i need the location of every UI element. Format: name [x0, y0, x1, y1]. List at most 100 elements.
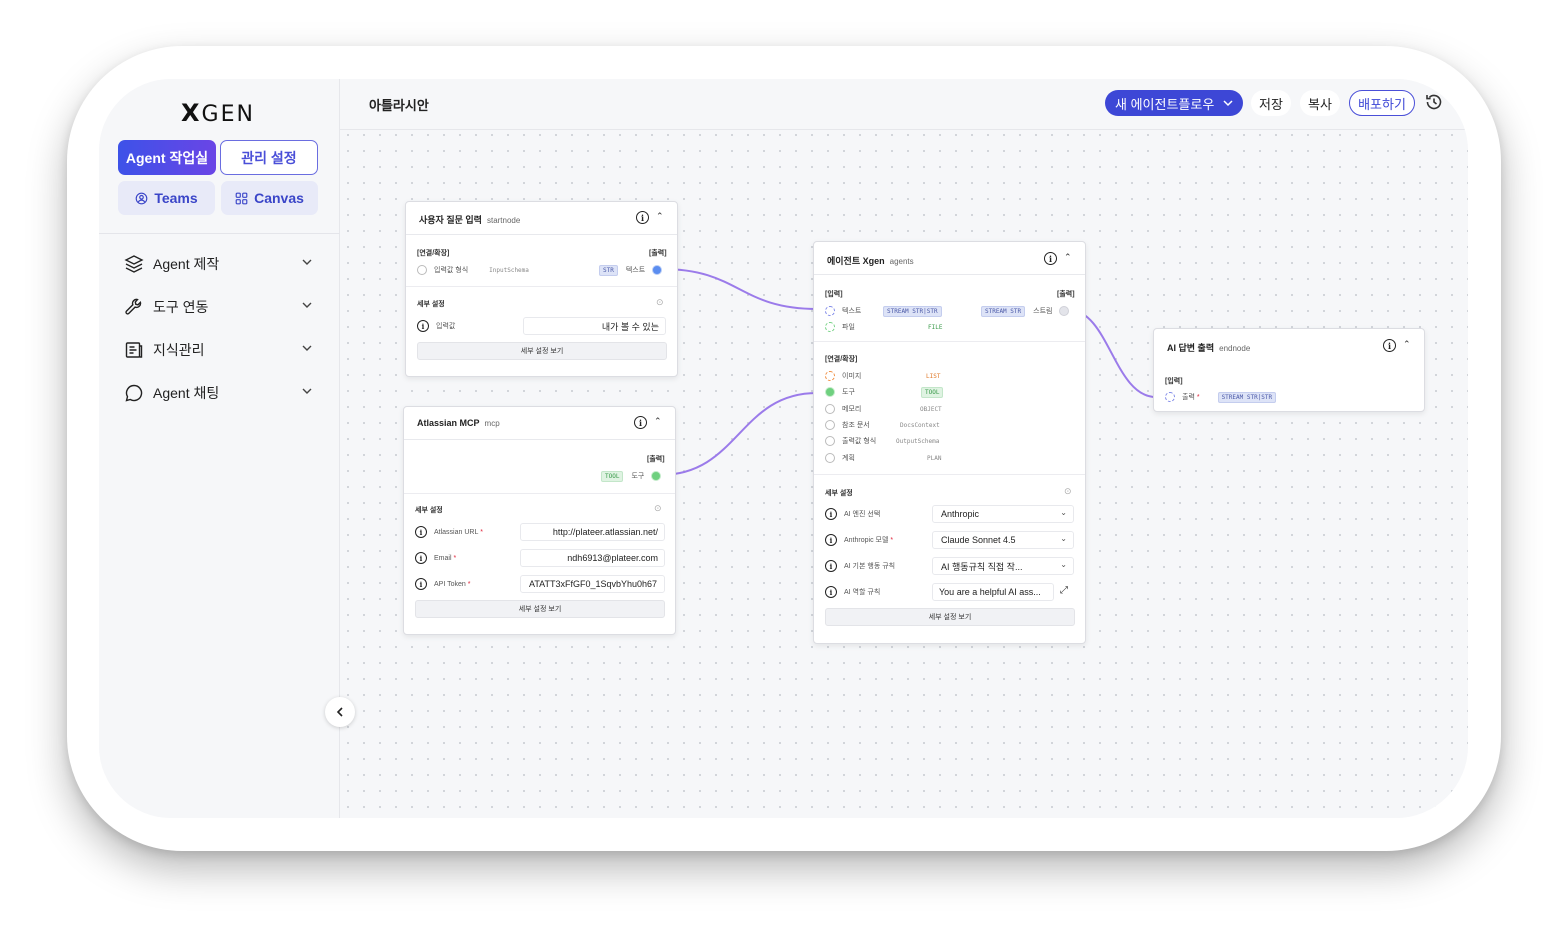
port-dot[interactable] — [825, 387, 835, 397]
port-connect-image[interactable]: 이미지 LIST — [825, 370, 945, 382]
port-dot[interactable] — [652, 265, 663, 275]
port-dot[interactable] — [825, 322, 835, 332]
info-icon[interactable]: i — [634, 416, 647, 429]
canvas-button[interactable]: Canvas — [221, 181, 318, 215]
port-type-tag: TOOL — [601, 470, 624, 482]
port-input-output[interactable]: 출력 * STREAM STR|STR — [1165, 391, 1277, 403]
section-label: [입력] — [1165, 378, 1183, 385]
info-icon[interactable]: i — [415, 552, 427, 564]
history-icon[interactable] — [1424, 92, 1444, 112]
end-node[interactable]: AI 답변 출력 endnode i ⌃ [입력] 출력 * STREAM STR… — [1153, 328, 1425, 412]
expand-icon[interactable]: ⤢ — [1060, 585, 1068, 596]
settings-icon[interactable]: ⊙ — [1064, 486, 1072, 497]
port-input-text[interactable]: 텍스트 STREAM STR|STR — [825, 305, 942, 317]
chevron-up-icon[interactable]: ⌃ — [1403, 339, 1411, 350]
port-connect-tool[interactable]: 도구 TOOL — [825, 386, 945, 398]
port-output-tool[interactable]: TOOL 도구 — [601, 470, 662, 482]
port-type-tag: STR — [599, 264, 618, 276]
port-input-file[interactable]: 파일 FILE — [825, 321, 945, 333]
detail-settings-button[interactable]: 세부 설정 보기 — [825, 608, 1075, 626]
port-connect-docs[interactable]: 참조 문서 DocsContext — [825, 419, 945, 431]
port-output-text[interactable]: STR 텍스트 — [599, 264, 663, 276]
port-type-tag: LIST — [926, 372, 941, 380]
info-icon[interactable]: i — [1044, 252, 1057, 265]
agent-workspace-tab[interactable]: Agent 작업실 — [118, 140, 216, 175]
canvas-label: Canvas — [254, 190, 304, 206]
atlassian-url-field[interactable]: http://plateer.atlassian.net/ — [520, 523, 665, 541]
behavior-rule-select[interactable]: AI 행동규칙 직접 작... ⌄ — [932, 557, 1074, 575]
info-icon[interactable]: i — [417, 320, 429, 332]
port-connect-plan[interactable]: 계획 PLAN — [825, 452, 945, 464]
layers-icon — [123, 253, 145, 275]
user-circle-icon — [135, 192, 148, 204]
teams-button[interactable]: Teams — [118, 181, 215, 215]
start-node[interactable]: 사용자 질문 입력 startnode i ⌃ [연결/확장] [출력] 입력값 … — [405, 201, 678, 377]
info-icon[interactable]: i — [825, 586, 837, 598]
input-value-field[interactable]: 내가 볼 수 있는 — [523, 317, 666, 335]
settings-icon[interactable]: ⊙ — [654, 503, 662, 514]
node-header[interactable]: Atlassian MCP mcp i ⌃ — [404, 407, 675, 440]
deploy-button[interactable]: 배포하기 — [1349, 90, 1415, 116]
api-token-field[interactable]: ATATT3xFfGF0_1SqvbYhu0h67 — [520, 575, 665, 593]
field-row: i AI 엔진 선택 — [825, 505, 880, 523]
info-icon[interactable]: i — [825, 534, 837, 546]
section-label: [입력] — [825, 291, 843, 298]
port-dot[interactable] — [825, 436, 835, 446]
section-label: 세부 설정 — [417, 301, 445, 308]
port-dot[interactable] — [825, 453, 835, 463]
info-icon[interactable]: i — [415, 526, 427, 538]
port-dot[interactable] — [825, 371, 835, 381]
port-connect-memory[interactable]: 메모리 OBJECT — [825, 403, 945, 415]
field-row: i API Token * — [415, 575, 470, 593]
collapse-sidebar-button[interactable] — [325, 697, 355, 727]
role-rule-input[interactable]: You are a helpful AI ass... — [932, 583, 1054, 601]
grid-icon — [235, 192, 248, 204]
email-field[interactable]: ndh6913@plateer.com — [520, 549, 665, 567]
info-icon[interactable]: i — [825, 508, 837, 520]
divider — [814, 474, 1085, 475]
port-dot[interactable] — [651, 471, 662, 481]
info-icon[interactable]: i — [636, 211, 649, 224]
info-icon[interactable]: i — [825, 560, 837, 572]
port-dot[interactable] — [825, 404, 835, 414]
node-header[interactable]: 사용자 질문 입력 startnode i ⌃ — [406, 202, 677, 235]
sidebar-item-agent-chat[interactable]: Agent 채팅 — [123, 381, 313, 405]
info-icon[interactable]: i — [1383, 339, 1396, 352]
chevron-up-icon[interactable]: ⌃ — [654, 416, 662, 427]
port-input-schema[interactable]: 입력값 형식 InputSchema — [417, 264, 532, 276]
port-dot[interactable] — [1165, 392, 1175, 402]
node-header[interactable]: 에이전트 Xgen agents i ⌃ — [814, 242, 1085, 275]
port-output-stream[interactable]: STREAM STR 스트림 — [981, 305, 1070, 317]
detail-settings-button[interactable]: 세부 설정 보기 — [417, 342, 667, 360]
copy-button[interactable]: 복사 — [1300, 90, 1340, 116]
chevron-up-icon[interactable]: ⌃ — [1064, 252, 1072, 263]
wrench-icon — [123, 296, 145, 318]
sidebar-item-tool-integration[interactable]: 도구 연동 — [123, 295, 313, 319]
detail-settings-button[interactable]: 세부 설정 보기 — [415, 600, 665, 618]
sidebar-item-knowledge[interactable]: 지식관리 — [123, 338, 313, 362]
port-type-tag: TOOL — [921, 386, 944, 398]
node-header[interactable]: AI 답변 출력 endnode i ⌃ — [1154, 329, 1424, 362]
field-row: i Anthropic 모델 * — [825, 531, 893, 549]
sidebar-item-agent-build[interactable]: Agent 제작 — [123, 252, 313, 276]
mcp-node[interactable]: Atlassian MCP mcp i ⌃ [출력] TOOL 도구 세부 설정 … — [403, 406, 676, 635]
agent-node[interactable]: 에이전트 Xgen agents i ⌃ [입력] [출력] 텍스트 STREAM… — [813, 241, 1086, 644]
save-button[interactable]: 저장 — [1251, 90, 1291, 116]
port-dot[interactable] — [825, 420, 835, 430]
info-icon[interactable]: i — [415, 578, 427, 590]
settings-icon[interactable]: ⊙ — [656, 297, 664, 308]
port-type-tag: FILE — [928, 323, 943, 331]
port-connect-output-schema[interactable]: 출력값 형식 OutputSchema — [825, 435, 945, 447]
ai-engine-select[interactable]: Anthropic ⌄ — [932, 505, 1074, 523]
port-dot[interactable] — [825, 306, 835, 316]
port-type-tag: DocsContext — [900, 421, 940, 429]
port-dot[interactable] — [417, 265, 427, 275]
model-select[interactable]: Claude Sonnet 4.5 ⌄ — [932, 531, 1074, 549]
field-row: i Atlassian URL * — [415, 523, 483, 541]
workflow-select[interactable]: 새 에이전트플로우 — [1105, 90, 1243, 116]
admin-settings-tab[interactable]: 관리 설정 — [220, 140, 318, 175]
chevron-up-icon[interactable]: ⌃ — [656, 211, 664, 222]
divider — [406, 286, 677, 287]
section-label: [연결/확장] — [825, 356, 858, 363]
port-dot[interactable] — [1059, 306, 1070, 316]
